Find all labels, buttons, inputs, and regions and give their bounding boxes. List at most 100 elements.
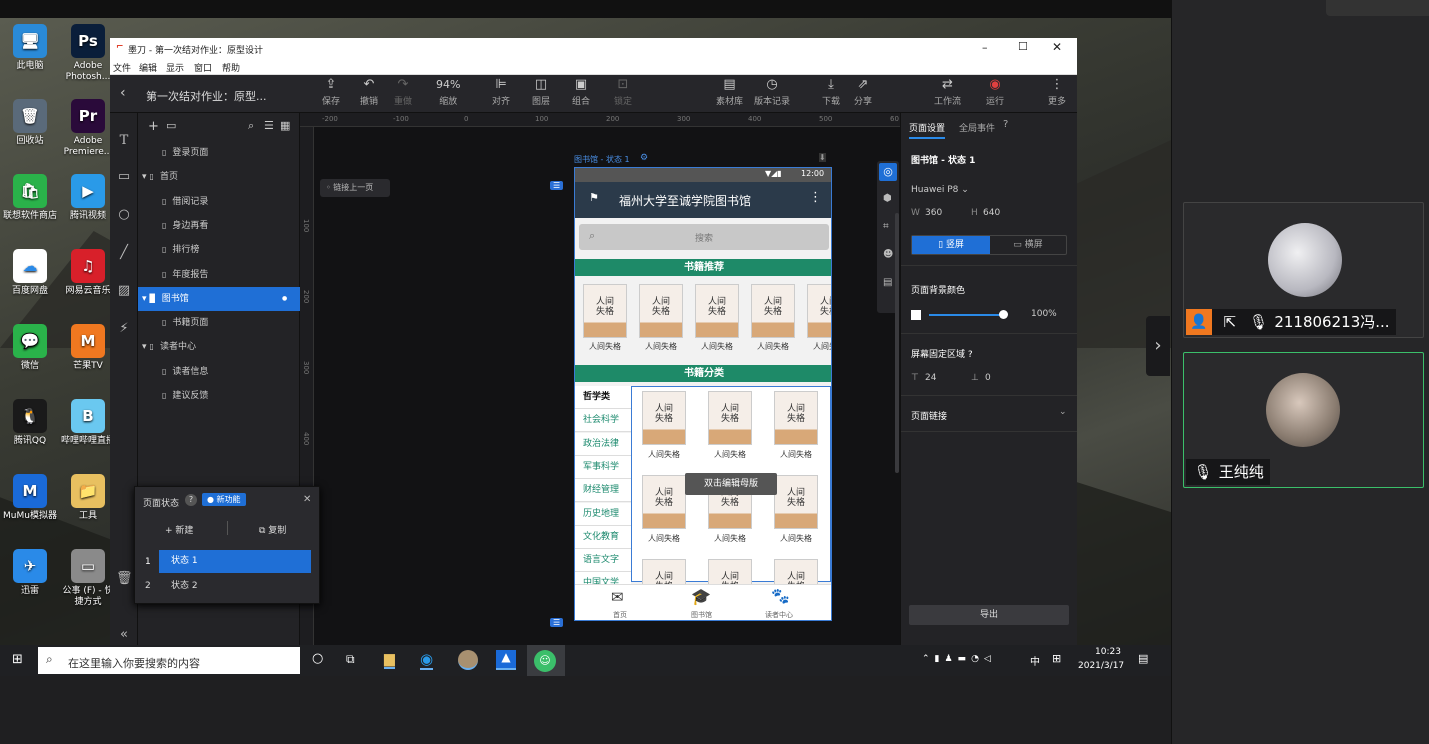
ellipse-tool-icon[interactable]: ○ — [116, 207, 132, 223]
fixed-top-field[interactable]: 24 — [925, 373, 936, 383]
device-select[interactable]: Huawei P8 ⌄ — [911, 185, 969, 195]
layers-button[interactable]: ◫ 图层 — [532, 78, 550, 108]
page-tree-item[interactable]: ▯ 读者信息 — [138, 360, 300, 384]
new-state-button[interactable]: + 新建 — [165, 523, 193, 536]
ime-indicator[interactable]: 中 — [1030, 653, 1040, 668]
page-tree-item[interactable]: ▾ ▉ 图书馆 ● — [138, 286, 300, 311]
taskbar-time[interactable]: 10:23 — [1088, 647, 1128, 657]
book-cover[interactable]: 人间失格 — [642, 475, 686, 529]
sort-icon[interactable]: ☰ — [264, 119, 274, 132]
book-cover[interactable]: 人间失格 — [583, 284, 627, 338]
table-icon[interactable]: ▤ — [883, 277, 892, 288]
menu-edit[interactable]: 编辑 — [139, 61, 157, 74]
desktop-shortcut[interactable]: 🗑 回收站 — [0, 99, 60, 147]
ime-mode-icon[interactable]: ⊞ — [1052, 652, 1061, 665]
page-tree-item[interactable]: ▾ ▯ 读者中心 — [138, 335, 300, 359]
meeting-app-icon[interactable]: ☺ — [534, 650, 556, 672]
category-item[interactable]: 语言文字 — [575, 549, 631, 573]
book-cover[interactable]: 人间失格 — [642, 391, 686, 445]
system-tray-icons[interactable]: ⌃▮♟▬◔◁ — [922, 654, 996, 664]
trash-icon[interactable]: 🗑 — [116, 571, 133, 587]
caret-down-icon[interactable]: ▾ — [142, 294, 147, 304]
library-flag-icon[interactable]: ⚑ — [589, 191, 599, 204]
cube-icon[interactable]: ⬢ — [883, 193, 892, 204]
browser-icon[interactable]: ◉ — [420, 650, 434, 670]
close-icon[interactable]: ✕ — [1052, 40, 1062, 54]
share-button[interactable]: ⇗ 分享 — [854, 78, 872, 108]
desktop-shortcut[interactable]: 🖥 此电脑 — [0, 24, 60, 72]
collapse-panel-icon[interactable]: « — [116, 627, 132, 643]
page-tree-item[interactable]: ▯ 建议反馈 — [138, 384, 300, 408]
desktop-shortcut[interactable]: 📁 工具 — [58, 474, 118, 522]
undo-button[interactable]: ↶ 撤销 — [360, 78, 378, 108]
align-button[interactable]: ⊫ 对齐 — [492, 78, 510, 108]
bg-color-swatch[interactable] — [911, 310, 921, 320]
width-field[interactable]: 360 — [925, 208, 942, 218]
desktop-shortcut[interactable]: Pr Adobe Premiere... — [58, 99, 118, 158]
book-cover[interactable]: 人间失格 — [695, 284, 739, 338]
taskbar-search[interactable]: ⌕ 在这里输入你要搜索的内容 — [38, 647, 300, 674]
book-cover[interactable]: 人间失格 — [708, 391, 752, 445]
menu-view[interactable]: 显示 — [166, 61, 184, 74]
versions-button[interactable]: ◷ 版本记录 — [754, 78, 790, 108]
file-explorer-icon[interactable]: ▆ — [384, 651, 395, 669]
participant-tile-2[interactable]: 🎙 王纯纯 — [1183, 352, 1424, 488]
page-link-label[interactable]: 页面链接 — [911, 409, 947, 422]
landscape-button[interactable]: ▭ 横屏 — [990, 236, 1066, 254]
close-popup-icon[interactable]: ✕ — [303, 494, 311, 505]
book-cover[interactable]: 人间失格 — [774, 391, 818, 445]
height-field[interactable]: 640 — [983, 208, 1000, 218]
copy-state-button[interactable]: ⧉ 复制 — [259, 523, 286, 536]
design-canvas[interactable]: -200 -100 0 100 200 300 400 500 60 100 200 300 400 … — [300, 113, 900, 653]
line-tool-icon[interactable]: ╱ — [116, 245, 132, 261]
desktop-shortcut[interactable]: 🛍 联想软件商店 — [0, 174, 60, 222]
opacity-slider-handle[interactable] — [999, 310, 1008, 319]
page-tree-item[interactable]: ▯ 排行榜 — [138, 238, 300, 262]
frame-settings-icon[interactable]: ⚙ — [640, 153, 648, 163]
rectangle-tool-icon[interactable]: ▭ — [116, 169, 132, 185]
menu-file[interactable]: 文件 — [113, 61, 131, 74]
desktop-shortcut[interactable]: ▶ 腾讯视频 — [58, 174, 118, 222]
page-tree-item[interactable]: ▾ ▯ 首页 — [138, 165, 300, 189]
category-item[interactable]: 军事科学 — [575, 455, 631, 479]
taskbar-date[interactable]: 2021/3/17 — [1078, 661, 1124, 671]
add-page-icon[interactable]: + — [148, 119, 159, 134]
photo-app-icon[interactable] — [458, 650, 478, 670]
lock-button[interactable]: ⊡ 锁定 — [614, 78, 632, 108]
page-tree-item[interactable]: ▯ 借阅记录 — [138, 190, 300, 214]
book-cover[interactable]: 人间失格 — [774, 475, 818, 529]
desktop-shortcut[interactable]: ♫ 网易云音乐 — [58, 249, 118, 297]
canvas-vertical-scrollbar[interactable] — [895, 213, 899, 473]
page-tree-item[interactable]: ▯ 身边再看 — [138, 214, 300, 238]
category-item[interactable]: 财经管理 — [575, 479, 631, 503]
opacity-value[interactable]: 100% — [1031, 309, 1057, 319]
desktop-shortcut[interactable]: ▭ 公事 (F) - 快捷方式 — [58, 549, 118, 608]
graduation-cap-icon[interactable]: 🎓 — [691, 587, 711, 606]
redo-button[interactable]: ↷ 重做 — [394, 78, 412, 108]
workflow-button[interactable]: ⇄ 工作流 — [934, 78, 961, 108]
portrait-button[interactable]: ▯ 竖屏 — [912, 236, 990, 254]
page-tree-item[interactable]: ▯ 年度报告 — [138, 263, 300, 287]
microphone-icon[interactable]: 🎙 — [1192, 459, 1214, 485]
fixed-bottom-field[interactable]: 0 — [985, 373, 991, 383]
caret-down-icon[interactable]: ▾ — [142, 172, 147, 182]
crop-icon[interactable]: ⌗ — [883, 221, 889, 232]
book-cover[interactable]: 人间失格 — [639, 284, 683, 338]
minimize-icon[interactable]: – — [982, 41, 988, 54]
more-button[interactable]: ⋮ 更多 — [1048, 78, 1066, 108]
category-item[interactable]: 社会科学 — [575, 409, 631, 433]
desktop-shortcut[interactable]: ☁ 百度网盘 — [0, 249, 60, 297]
phone-menu-icon[interactable]: ⋮ — [809, 190, 822, 205]
back-chevron-icon[interactable]: ‹ — [120, 85, 126, 101]
category-item[interactable]: 政治法律 — [575, 432, 631, 456]
maximize-icon[interactable]: ☐ — [1018, 40, 1028, 53]
chevron-down-icon[interactable]: ⌄ — [1059, 407, 1067, 417]
target-icon[interactable]: ◎ — [879, 163, 897, 181]
desktop-shortcut[interactable]: M 芒果TV — [58, 324, 118, 372]
category-item[interactable]: 历史地理 — [575, 502, 631, 526]
phone-prototype[interactable]: ▼◢▮ 12:00 ⚑ 福州大学至诚学院图书馆 ⋮ ⌕ 搜索 书籍推荐 人间失格… — [574, 167, 832, 621]
book-cover[interactable]: 人间失格 — [807, 284, 831, 338]
text-tool-icon[interactable]: T — [116, 133, 132, 149]
task-view-icon[interactable]: ⧉ — [346, 652, 355, 667]
master-marker-bottom-icon[interactable]: ☰ — [550, 618, 564, 627]
